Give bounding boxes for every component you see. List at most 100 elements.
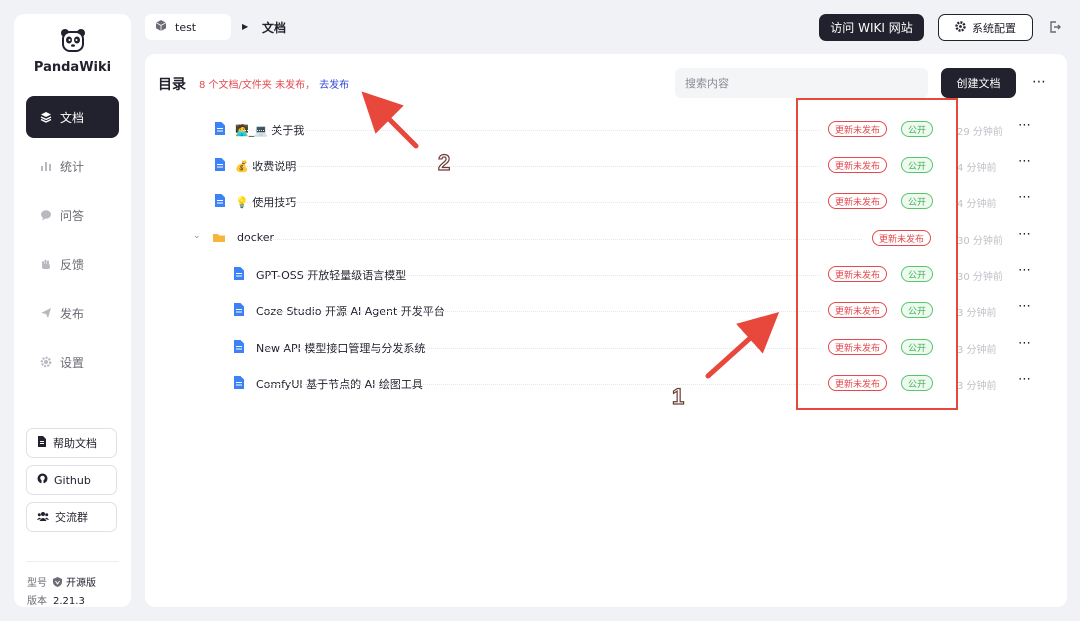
updated-time: 3 分钟前 bbox=[957, 345, 997, 356]
sidebar-item-docs[interactable]: 文档 bbox=[26, 96, 119, 138]
updated-time: 3 分钟前 bbox=[957, 381, 997, 392]
community-label: 交流群 bbox=[55, 511, 88, 524]
visibility-badge: 公开 bbox=[901, 375, 934, 391]
updated-time: 30 分钟前 bbox=[957, 272, 1003, 283]
row-leader-line bbox=[243, 130, 820, 131]
github-label: Github bbox=[54, 473, 91, 487]
create-doc-button[interactable]: 创建文档 bbox=[941, 68, 1016, 98]
brand-name: PandaWiki bbox=[33, 60, 112, 75]
project-name: test bbox=[175, 20, 197, 34]
sidebar-item-qa[interactable]: 问答 bbox=[26, 194, 119, 236]
search-input[interactable]: 搜索内容 bbox=[675, 68, 928, 98]
row-leader-line bbox=[264, 384, 820, 385]
doc-title[interactable]: docker bbox=[237, 231, 279, 244]
community-button[interactable]: 交流群 bbox=[26, 502, 117, 532]
help-docs-label: 帮助文档 bbox=[53, 437, 97, 450]
sidebar-item-settings[interactable]: 设置 bbox=[26, 341, 119, 383]
row-more-icon[interactable]: ⋯ bbox=[1018, 154, 1032, 169]
system-config-button[interactable]: 系统配置 bbox=[938, 14, 1033, 41]
doc-row[interactable]: 💰 收费说明 更新未发布 公开 4 分钟前 ⋯ bbox=[145, 148, 1067, 184]
row-more-icon[interactable]: ⋯ bbox=[1018, 227, 1032, 242]
model-value: 开源版 bbox=[53, 577, 96, 589]
sidebar-divider bbox=[26, 561, 119, 562]
send-icon bbox=[40, 307, 52, 319]
document-panel: 目录 8 个文档/文件夹 未发布， 去发布 搜索内容 创建文档 ⋯ 🧑‍💻_💻 关… bbox=[145, 54, 1067, 607]
doc-row[interactable]: GPT-OSS 开放轻量级语言模型 更新未发布 公开 30 分钟前 ⋯ bbox=[145, 257, 1067, 293]
document-icon bbox=[215, 122, 225, 135]
row-leader-line bbox=[243, 202, 820, 203]
visibility-badge: 公开 bbox=[901, 266, 934, 282]
system-config-label: 系统配置 bbox=[972, 21, 1016, 35]
row-more-icon[interactable]: ⋯ bbox=[1018, 299, 1032, 314]
row-leader-line bbox=[245, 239, 862, 240]
page-title: 目录 bbox=[158, 77, 186, 93]
unpublished-text: 8 个文档/文件夹 未发布， bbox=[199, 80, 316, 91]
visit-wiki-button[interactable]: 访问 WIKI 网站 bbox=[819, 14, 924, 41]
visibility-badge: 公开 bbox=[901, 121, 934, 137]
document-icon bbox=[234, 267, 244, 280]
project-switcher[interactable]: test bbox=[145, 14, 231, 40]
document-icon bbox=[215, 194, 225, 207]
row-more-icon[interactable]: ⋯ bbox=[1018, 336, 1032, 351]
gear-icon bbox=[40, 356, 52, 368]
logout-icon[interactable] bbox=[1048, 20, 1062, 34]
hand-icon bbox=[40, 258, 52, 270]
sidebar-item-label: 反馈 bbox=[60, 257, 85, 272]
model-label: 型号 bbox=[27, 578, 47, 589]
row-more-icon[interactable]: ⋯ bbox=[1018, 118, 1032, 133]
sidebar-item-label: 文档 bbox=[60, 110, 85, 125]
status-badge: 更新未发布 bbox=[828, 302, 888, 318]
sidebar-links: 帮助文档 Github 交流群 bbox=[26, 428, 117, 539]
version-info: 型号 开源版 版本 2.21.3 bbox=[27, 575, 96, 611]
breadcrumb-current: 文档 bbox=[262, 21, 287, 35]
sidebar-item-label: 设置 bbox=[60, 355, 85, 370]
row-leader-line bbox=[264, 311, 820, 312]
sidebar-nav: 文档 统计 问答 反馈 发布 设置 bbox=[26, 96, 119, 390]
folder-row[interactable]: ⌄ docker 更新未发布 30 分钟前 ⋯ bbox=[145, 221, 1067, 257]
more-options-icon[interactable]: ⋯ bbox=[1032, 74, 1047, 90]
doc-row[interactable]: New API 模型接口管理与分发系统 更新未发布 公开 3 分钟前 ⋯ bbox=[145, 330, 1067, 366]
layers-icon bbox=[40, 111, 52, 123]
row-more-icon[interactable]: ⋯ bbox=[1018, 263, 1032, 278]
status-badge: 更新未发布 bbox=[828, 339, 888, 355]
breadcrumb-arrow-icon: ▶ bbox=[242, 22, 249, 31]
bar-chart-icon bbox=[40, 160, 52, 172]
visibility-badge: 公开 bbox=[901, 157, 934, 173]
updated-time: 4 分钟前 bbox=[957, 163, 997, 174]
document-icon bbox=[215, 158, 225, 171]
panda-logo-icon bbox=[60, 29, 85, 52]
row-leader-line bbox=[264, 348, 820, 349]
sidebar-item-publish[interactable]: 发布 bbox=[26, 292, 119, 334]
visibility-badge: 公开 bbox=[901, 339, 934, 355]
doc-row[interactable]: Coze Studio 开源 AI Agent 开发平台 更新未发布 公开 3 分钟前… bbox=[145, 293, 1067, 329]
doc-row[interactable]: 💡 使用技巧 更新未发布 公开 4 分钟前 ⋯ bbox=[145, 184, 1067, 220]
row-more-icon[interactable]: ⋯ bbox=[1018, 372, 1032, 387]
cube-icon bbox=[155, 20, 167, 34]
row-more-icon[interactable]: ⋯ bbox=[1018, 190, 1032, 205]
doc-row[interactable]: ComfyUI 基于节点的 AI 绘图工具 更新未发布 公开 3 分钟前 ⋯ bbox=[145, 366, 1067, 402]
visibility-badge: 公开 bbox=[901, 302, 934, 318]
go-publish-link[interactable]: 去发布 bbox=[319, 80, 349, 91]
status-badge: 更新未发布 bbox=[828, 375, 888, 391]
github-button[interactable]: Github bbox=[26, 465, 117, 495]
sidebar-item-stats[interactable]: 统计 bbox=[26, 145, 119, 187]
status-badge: 更新未发布 bbox=[828, 193, 888, 209]
chevron-down-icon[interactable]: ⌄ bbox=[193, 231, 201, 241]
document-icon bbox=[234, 340, 244, 353]
visibility-badge: 公开 bbox=[901, 193, 934, 209]
unpublished-notice: 8 个文档/文件夹 未发布， 去发布 bbox=[199, 76, 349, 91]
folder-icon bbox=[213, 234, 225, 242]
sidebar-item-label: 统计 bbox=[60, 159, 85, 174]
doc-row[interactable]: 🧑‍💻_💻 关于我 更新未发布 公开 29 分钟前 ⋯ bbox=[145, 112, 1067, 148]
sidebar: PandaWiki 文档 统计 问答 反馈 发布 设置 帮助文档 Github … bbox=[14, 14, 131, 607]
sidebar-item-label: 问答 bbox=[60, 208, 85, 223]
status-badge: 更新未发布 bbox=[828, 157, 888, 173]
row-leader-line bbox=[243, 166, 820, 167]
updated-time: 29 分钟前 bbox=[957, 127, 1003, 138]
shield-icon bbox=[53, 577, 62, 587]
help-docs-button[interactable]: 帮助文档 bbox=[26, 428, 117, 458]
status-badge: 更新未发布 bbox=[828, 121, 888, 137]
sidebar-item-feedback[interactable]: 反馈 bbox=[26, 243, 119, 285]
logo[interactable]: PandaWiki bbox=[14, 28, 131, 75]
row-leader-line bbox=[264, 275, 820, 276]
